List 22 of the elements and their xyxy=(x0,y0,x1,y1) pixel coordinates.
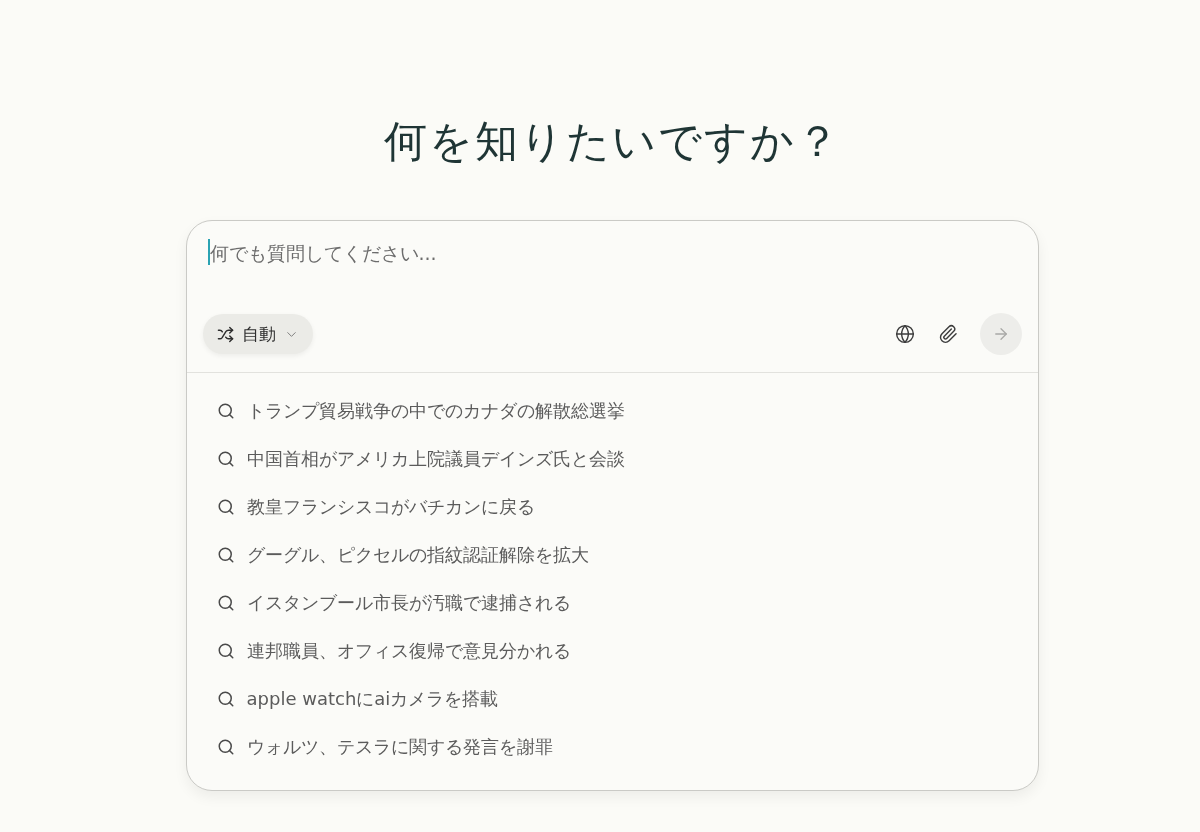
suggestion-item[interactable]: ウォルツ、テスラに関する発言を謝罪 xyxy=(216,723,553,771)
search-icon xyxy=(216,594,235,612)
search-icon xyxy=(216,498,235,516)
suggestion-item[interactable]: イスタンブール市長が汚職で逮捕される xyxy=(216,579,571,627)
suggestion-item[interactable]: apple watchにaiカメラを搭載 xyxy=(216,675,499,723)
suggestion-item[interactable]: トランプ貿易戦争の中でのカナダの解散総選挙 xyxy=(216,387,625,435)
search-icon xyxy=(216,450,235,468)
search-icon xyxy=(216,402,235,420)
suggestion-item[interactable]: 教皇フランシスコがバチカンに戻る xyxy=(216,483,535,531)
page-heading: 何を知りたいですか？ xyxy=(383,115,841,168)
search-icon xyxy=(216,642,235,660)
paperclip-icon xyxy=(937,324,958,344)
search-icon xyxy=(216,690,235,708)
search-icon xyxy=(216,546,235,564)
suggestion-item[interactable]: 中国首相がアメリカ上院議員デインズ氏と会談 xyxy=(216,435,625,483)
suggestion-item[interactable]: グーグル、ピクセルの指紋認証解除を拡大 xyxy=(216,531,589,579)
mode-dropdown[interactable]: 自動 xyxy=(202,314,313,354)
question-input[interactable]: 何でも質問してください... xyxy=(207,233,1018,273)
shuffle-icon xyxy=(216,325,234,343)
suggestion-item[interactable]: 連邦職員、オフィス復帰で意見分かれる xyxy=(216,627,571,675)
globe-icon xyxy=(894,324,915,344)
search-icon xyxy=(216,738,235,756)
